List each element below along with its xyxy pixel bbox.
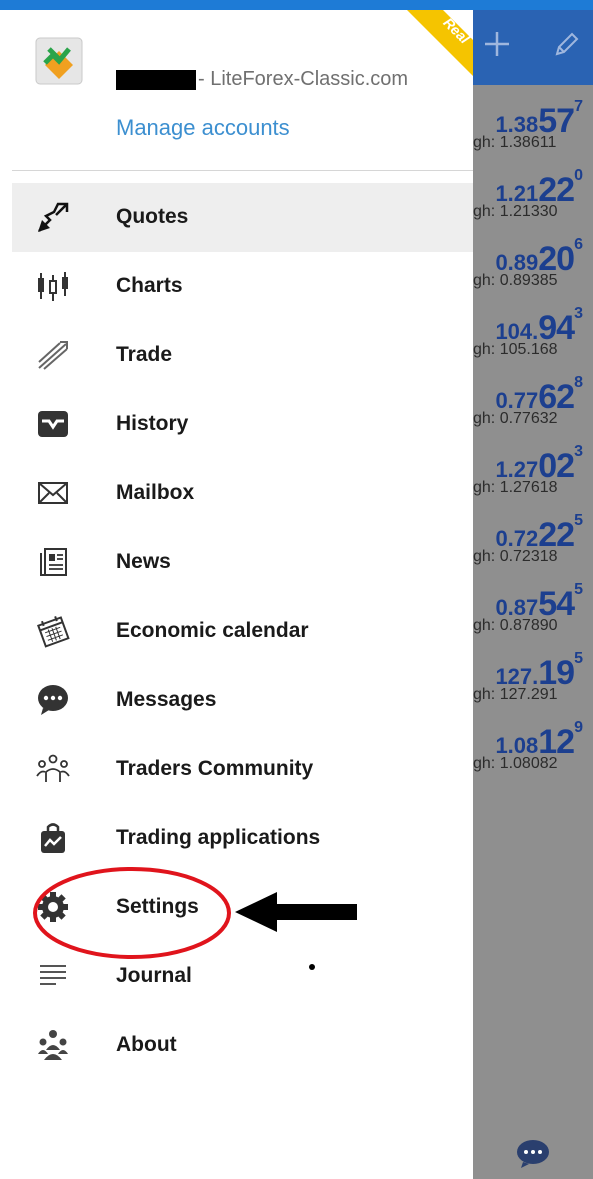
menu-item-history[interactable]: History — [12, 390, 473, 459]
account-name: - LiteForex-Classic.com — [116, 68, 408, 92]
menu-item-economic-calendar[interactable]: Economic calendar — [12, 597, 473, 666]
about-icon — [38, 1030, 68, 1060]
quote-row[interactable]: 0.87545 gh: 0.87890 — [473, 573, 593, 642]
add-icon[interactable] — [483, 30, 511, 58]
menu-item-trade[interactable]: Trade — [12, 321, 473, 390]
quote-row[interactable]: 1.21220 gh: 1.21330 — [473, 159, 593, 228]
navigation-drawer: Real - LiteForex-Classic.com Manage acco… — [0, 10, 473, 1179]
quote-high: gh: 1.27618 — [473, 479, 558, 496]
menu-item-quotes[interactable]: Quotes — [12, 183, 473, 252]
menu-item-messages[interactable]: Messages — [12, 666, 473, 735]
quote-row[interactable]: 127.195 gh: 127.291 — [473, 642, 593, 711]
messages-icon — [38, 685, 68, 715]
annotation-red-circle — [33, 867, 231, 959]
quote-high: gh: 0.77632 — [473, 410, 558, 427]
calendar-icon — [37, 616, 70, 648]
applications-icon — [41, 823, 65, 853]
quote-row[interactable]: 1.38577 gh: 1.38611 — [473, 90, 593, 159]
manage-accounts-link[interactable]: Manage accounts — [116, 115, 290, 141]
quote-high: gh: 105.168 — [473, 341, 558, 358]
quote-high: gh: 1.08082 — [473, 755, 558, 772]
journal-icon — [40, 965, 66, 985]
quote-high: gh: 1.38611 — [473, 134, 557, 151]
edit-pencil-icon[interactable] — [553, 32, 579, 58]
quote-row[interactable]: 0.72225 gh: 0.72318 — [473, 504, 593, 573]
menu-item-charts[interactable]: Charts — [12, 252, 473, 321]
quotes-panel-background: 1.38577 gh: 1.38611 1.21220 gh: 1.21330 … — [473, 10, 593, 1179]
trade-icon — [38, 341, 68, 370]
community-icon — [36, 754, 70, 782]
history-icon — [38, 411, 68, 437]
charts-icon — [38, 272, 68, 301]
quote-row[interactable]: 1.08129 gh: 1.08082 — [473, 711, 593, 780]
quote-high: gh: 0.72318 — [473, 548, 558, 565]
quotes-toolbar — [473, 10, 593, 85]
divider — [12, 170, 473, 171]
quote-high: gh: 0.87890 — [473, 617, 558, 634]
quote-row[interactable]: 104.943 gh: 105.168 — [473, 297, 593, 366]
chat-icon[interactable] — [515, 1138, 551, 1168]
status-accent-strip — [0, 0, 593, 10]
menu-item-traders-community[interactable]: Traders Community — [12, 735, 473, 804]
quote-row[interactable]: 1.27023 gh: 1.27618 — [473, 435, 593, 504]
quote-row[interactable]: 0.89206 gh: 0.89385 — [473, 228, 593, 297]
menu-item-news[interactable]: News — [12, 528, 473, 597]
menu-item-about[interactable]: About — [12, 1011, 473, 1080]
quote-high: gh: 1.21330 — [473, 203, 558, 220]
annotation-arrow — [235, 892, 357, 932]
quotes-icon — [38, 202, 69, 232]
news-icon — [40, 548, 67, 576]
menu-item-trading-applications[interactable]: Trading applications — [12, 804, 473, 873]
quote-high: gh: 0.89385 — [473, 272, 558, 289]
mailbox-icon — [38, 482, 68, 504]
menu-item-mailbox[interactable]: Mailbox — [12, 459, 473, 528]
quote-high: gh: 127.291 — [473, 686, 558, 703]
annotation-dot — [309, 964, 315, 970]
redacted-account-id — [116, 69, 196, 90]
quote-row[interactable]: 0.77628 gh: 0.77632 — [473, 366, 593, 435]
liteforex-logo — [35, 37, 83, 85]
